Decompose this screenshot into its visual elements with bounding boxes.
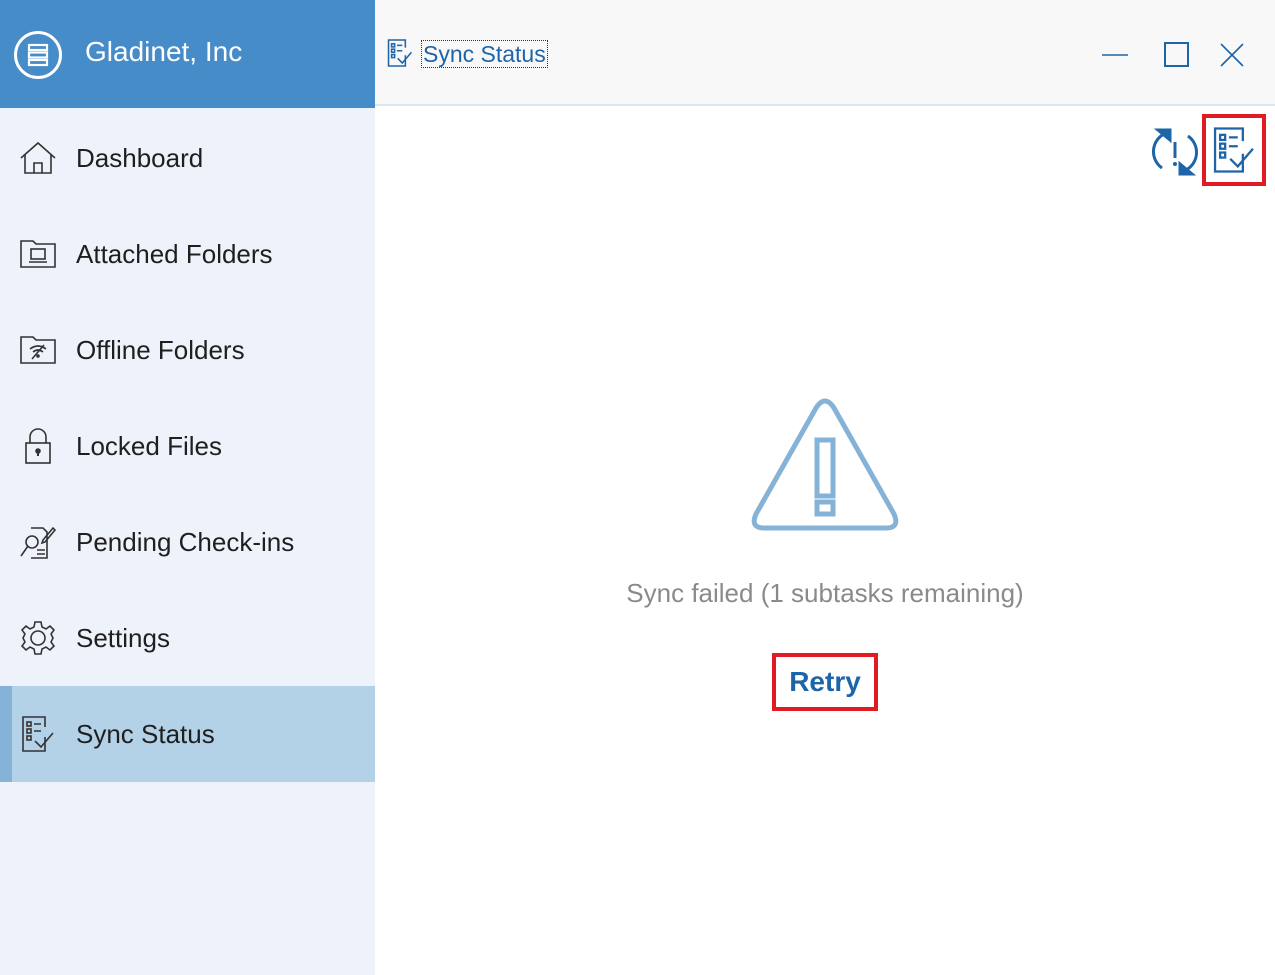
sidebar-item-label: Sync Status — [76, 718, 215, 749]
retry-button[interactable]: Retry — [772, 653, 878, 711]
sidebar-item-label: Settings — [76, 622, 170, 653]
sidebar-item-pending-check-ins[interactable]: Pending Check-ins — [0, 494, 375, 590]
sidebar-item-sync-status[interactable]: Sync Status — [0, 686, 375, 782]
lock-icon — [18, 426, 58, 466]
sidebar-item-label: Dashboard — [76, 142, 204, 173]
brand-header: Gladinet, Inc — [0, 0, 375, 108]
checklist-icon — [387, 38, 413, 68]
sidebar-item-settings[interactable]: Settings — [0, 590, 375, 686]
checklist-icon — [18, 714, 58, 754]
sidebar-item-offline-folders[interactable]: Offline Folders — [0, 302, 375, 398]
window-title: Sync Status — [421, 40, 548, 68]
home-icon — [18, 138, 58, 178]
server-stack-icon — [14, 31, 62, 79]
sync-details-button[interactable] — [1202, 114, 1266, 186]
sidebar-item-label: Offline Folders — [76, 334, 245, 365]
checklist-icon — [1213, 127, 1254, 173]
maximize-icon — [1164, 42, 1189, 67]
sidebar-item-dashboard[interactable]: Dashboard — [0, 110, 375, 206]
attached-folder-icon — [18, 234, 58, 274]
sidebar-item-label: Attached Folders — [76, 238, 273, 269]
minimize-button[interactable] — [1090, 30, 1140, 80]
sidebar-item-label: Locked Files — [76, 430, 222, 461]
title-bar: Sync Status — [375, 0, 1275, 106]
minimize-icon — [1102, 54, 1128, 56]
gear-icon — [18, 618, 58, 658]
sidebar-item-label: Pending Check-ins — [76, 526, 295, 557]
warning-triangle-icon — [751, 398, 899, 531]
offline-folder-icon — [18, 330, 58, 370]
brand-title: Gladinet, Inc — [85, 36, 243, 67]
sidebar-item-attached-folders[interactable]: Attached Folders — [0, 206, 375, 302]
close-button[interactable] — [1207, 30, 1257, 80]
sync-warning-icon — [1151, 128, 1199, 176]
pending-checkin-icon — [18, 522, 58, 562]
sync-error-button[interactable] — [1146, 120, 1204, 184]
close-icon — [1220, 43, 1244, 67]
sidebar-item-locked-files[interactable]: Locked Files — [0, 398, 375, 494]
sidebar: Gladinet, Inc Dashboard Attached Folders… — [0, 0, 375, 975]
sync-status-message: Sync failed (1 subtasks remaining) — [626, 578, 1024, 608]
maximize-button[interactable] — [1152, 30, 1202, 80]
